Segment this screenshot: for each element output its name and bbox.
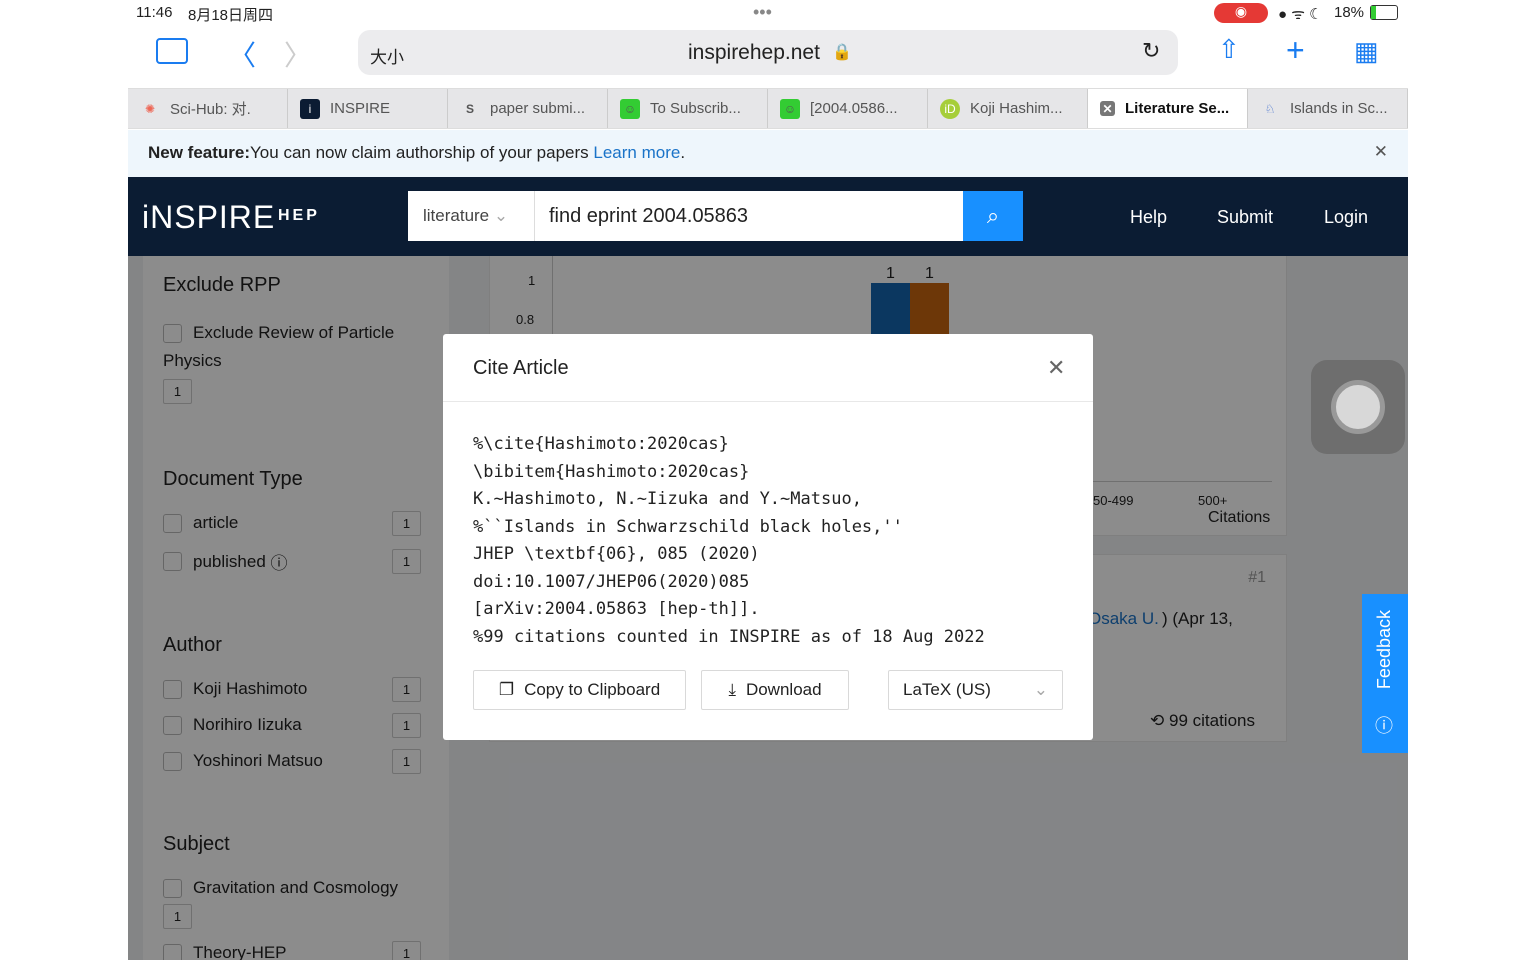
time: 11:46 xyxy=(136,4,173,21)
battery-icon xyxy=(1370,5,1398,20)
tab-label: Literature Se... xyxy=(1125,100,1230,117)
text-size-button[interactable]: 大小 xyxy=(370,43,404,68)
tab-islands[interactable]: ♘ Islands in Sc... xyxy=(1248,89,1408,128)
address-bar[interactable]: 大小 inspirehep.net 🔒 ↻ xyxy=(358,30,1178,75)
tab-label: Sci-Hub: 对. xyxy=(170,101,251,118)
status-bar: 11:46 8月18日周四 ••• ◉ ● ᯤ ☾ 18% xyxy=(128,0,1408,28)
orcid-icon: iD xyxy=(940,98,960,119)
recording-icon: ◉ xyxy=(1214,3,1268,23)
new-tab-icon[interactable]: + xyxy=(1286,32,1305,69)
tab-label: INSPIRE xyxy=(330,100,391,117)
tab-inspire[interactable]: i INSPIRE xyxy=(288,89,448,128)
tab-label: Islands in Sc... xyxy=(1290,100,1388,117)
tab-label: [2004.0586... xyxy=(810,100,898,117)
feedback-icon: ⓘ xyxy=(1375,716,1393,736)
forward-icon[interactable]: 〉 xyxy=(284,34,312,74)
scihub-icon: ✺ xyxy=(144,101,156,116)
share-icon[interactable]: ⇧ xyxy=(1218,34,1240,65)
tab-paper-submission[interactable]: Spaper submi... xyxy=(448,89,608,128)
citation-text: %\cite{Hashimoto:2020cas} \bibitem{Hashi… xyxy=(473,434,985,647)
scholar-icon: ♘ xyxy=(1264,101,1276,116)
battery-level: 18% xyxy=(1334,4,1365,21)
s-icon: S xyxy=(465,101,474,116)
modal-title: Cite Article xyxy=(473,357,569,379)
close-tab-icon[interactable]: ✕ xyxy=(1100,101,1115,116)
chevron-down-icon: ⌄ xyxy=(493,206,509,225)
wifi-icon: ● ᯤ ☾ xyxy=(1278,6,1323,23)
nav-login[interactable]: Login xyxy=(1324,207,1368,228)
search-input[interactable]: find eprint 2004.05863 xyxy=(535,191,963,241)
tab-bar: ✺ Sci-Hub: 对. i INSPIRE Spaper submi... ☺ T… xyxy=(128,88,1408,129)
close-banner-icon[interactable]: ✕ xyxy=(1374,142,1388,162)
tab-scihub[interactable]: ✺ Sci-Hub: 对. xyxy=(128,89,288,128)
lock-icon: 🔒 xyxy=(832,44,852,61)
nav-submit[interactable]: Submit xyxy=(1217,207,1273,228)
search-button[interactable]: ⌕ xyxy=(963,191,1023,241)
nav-help[interactable]: Help xyxy=(1130,207,1167,228)
format-select[interactable]: LaTeX (US) ⌄ xyxy=(888,670,1063,710)
format-value: LaTeX (US) xyxy=(903,680,991,699)
divider xyxy=(443,401,1093,402)
close-modal-icon[interactable]: ✕ xyxy=(1047,355,1065,381)
sidebar-toggle-icon[interactable] xyxy=(156,38,188,64)
tab-koji[interactable]: iD Koji Hashim... xyxy=(928,89,1088,128)
assistive-touch-button[interactable] xyxy=(1311,360,1405,454)
feature-banner: New feature:You can now claim authorship… xyxy=(128,130,1408,177)
date: 8月18日周四 xyxy=(188,7,274,24)
tab-label: paper submi... xyxy=(490,100,586,117)
chevron-down-icon: ⌄ xyxy=(1033,680,1048,699)
tab-label: To Subscrib... xyxy=(650,100,741,117)
logo[interactable]: iNSPIRE xyxy=(142,199,275,236)
banner-period: . xyxy=(680,143,686,162)
cite-article-modal: Cite Article ✕ %\cite{Hashimoto:2020cas}… xyxy=(443,334,1093,740)
feedback-button[interactable]: Feedback ⓘ xyxy=(1362,594,1408,753)
search-scope-value: literature xyxy=(423,206,490,225)
download-icon: ⤓ xyxy=(728,680,736,699)
tab-literature-search[interactable]: ✕ Literature Se... xyxy=(1088,89,1248,128)
smiley-icon: ☺ xyxy=(620,98,640,119)
tab-arxiv[interactable]: ☺ [2004.0586... xyxy=(768,89,928,128)
banner-label: New feature: xyxy=(148,143,251,162)
learn-more-link[interactable]: Learn more xyxy=(593,143,680,162)
site-header: iNSPIRE HEP literature ⌄ find eprint 200… xyxy=(128,177,1408,256)
tab-label: Koji Hashim... xyxy=(970,100,1063,117)
tab-overview-icon[interactable]: ▦ xyxy=(1354,38,1379,64)
reload-icon[interactable]: ↻ xyxy=(1142,38,1160,64)
multitask-dots-icon[interactable]: ••• xyxy=(753,2,772,23)
url-text: inspirehep.net xyxy=(688,41,820,64)
inspire-icon: i xyxy=(300,98,320,119)
copy-icon: ❐ xyxy=(498,680,515,699)
search-icon: ⌕ xyxy=(986,203,1000,228)
smiley-icon: ☺ xyxy=(780,98,800,119)
button-label: Download xyxy=(745,680,822,699)
banner-text: You can now claim authorship of your pap… xyxy=(250,143,594,162)
copy-to-clipboard-button[interactable]: ❐ Copy to Clipboard xyxy=(473,670,686,710)
back-icon[interactable]: 〈 xyxy=(228,34,256,74)
tab-subscribe[interactable]: ☺ To Subscrib... xyxy=(608,89,768,128)
logo-sub: HEP xyxy=(278,207,320,224)
download-button[interactable]: ⤓ Download xyxy=(701,670,849,710)
search-scope-select[interactable]: literature ⌄ xyxy=(408,191,535,241)
feedback-label: Feedback xyxy=(1374,610,1394,690)
button-label: Copy to Clipboard xyxy=(524,680,661,699)
search-value: find eprint 2004.05863 xyxy=(549,205,749,227)
